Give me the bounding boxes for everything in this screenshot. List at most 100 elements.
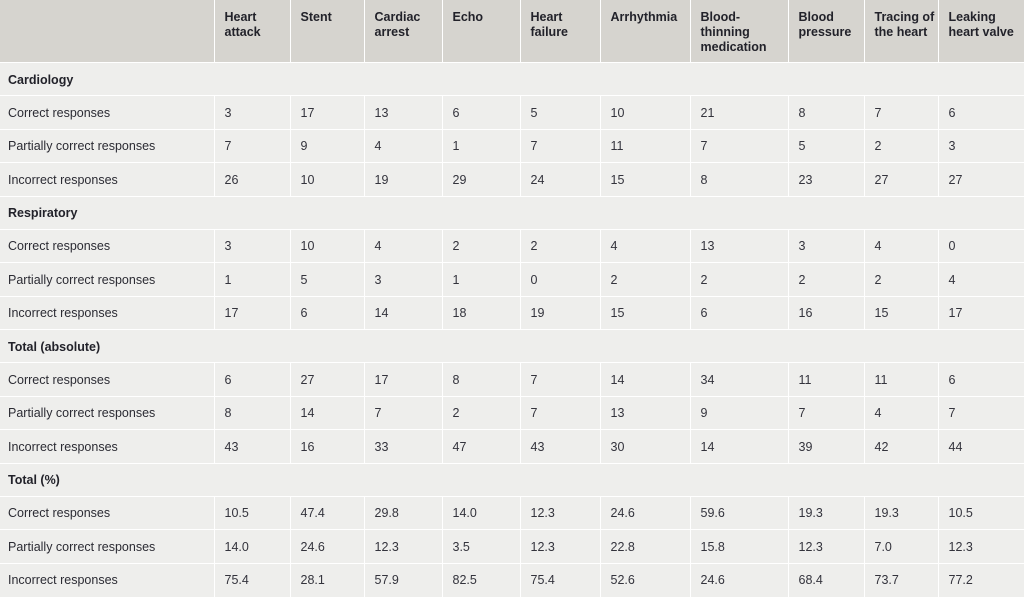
table-cell: 44	[938, 429, 1024, 464]
column-header-arrhythmia: Arrhythmia	[600, 0, 691, 63]
table-cell: 73.7	[864, 563, 939, 597]
table-cell: 12.3	[938, 529, 1024, 564]
table-cell: 2	[864, 262, 939, 297]
row-label: Partially correct responses	[0, 396, 215, 431]
table-cell: 14.0	[214, 529, 291, 564]
table-cell: 5	[520, 95, 601, 130]
table-cell: 13	[690, 229, 789, 264]
table-cell: 21	[690, 95, 789, 130]
table-cell: 17	[214, 296, 291, 331]
table-cell: 17	[938, 296, 1024, 331]
table-cell: 15	[864, 296, 939, 331]
table-row: Correct responses 3 10 4 2 2 4 13 3 4 0	[0, 229, 1024, 264]
table-cell: 5	[788, 129, 865, 164]
table-corner-cell	[0, 0, 215, 63]
table-cell: 14	[600, 362, 691, 397]
table-cell: 3	[214, 229, 291, 264]
row-label: Partially correct responses	[0, 529, 215, 564]
table-cell: 19.3	[788, 496, 865, 531]
section-header-row: Total (absolute)	[0, 329, 1024, 364]
table-cell: 15	[600, 296, 691, 331]
section-title: Total (%)	[0, 462, 1024, 497]
table-cell: 14	[290, 396, 365, 431]
table-cell: 24.6	[690, 563, 789, 597]
table-cell: 6	[290, 296, 365, 331]
table-cell: 17	[364, 362, 443, 397]
table-cell: 43	[214, 429, 291, 464]
table-cell: 7	[864, 95, 939, 130]
table-cell: 19.3	[864, 496, 939, 531]
table-cell: 23	[788, 162, 865, 197]
table-cell: 10	[600, 95, 691, 130]
table-cell: 5	[290, 262, 365, 297]
table-cell: 19	[364, 162, 443, 197]
table-cell: 52.6	[600, 563, 691, 597]
table-cell: 27	[290, 362, 365, 397]
table-cell: 68.4	[788, 563, 865, 597]
table-cell: 2	[788, 262, 865, 297]
table-cell: 2	[864, 129, 939, 164]
table-body: Cardiology Correct responses 3 17 13 6 5 10 21 8 7…	[0, 62, 1024, 597]
table-cell: 10.5	[938, 496, 1024, 531]
table-cell: 17	[290, 95, 365, 130]
table-cell: 24	[520, 162, 601, 197]
results-table-container: Heart attack Stent Cardiac arrest Echo H…	[0, 0, 1024, 597]
table-cell: 12.3	[520, 529, 601, 564]
table-cell: 24.6	[290, 529, 365, 564]
table-cell: 7	[520, 362, 601, 397]
section-title: Respiratory	[0, 195, 1024, 230]
column-header-tracing-of-the-heart: Tracing of the heart	[864, 0, 939, 63]
table-cell: 47	[442, 429, 521, 464]
section-header-row: Cardiology	[0, 62, 1024, 97]
table-cell: 6	[214, 362, 291, 397]
table-row: Incorrect responses 75.4 28.1 57.9 82.5 75.4 5…	[0, 563, 1024, 597]
table-cell: 2	[442, 229, 521, 264]
table-cell: 14.0	[442, 496, 521, 531]
table-cell: 4	[864, 396, 939, 431]
row-label: Incorrect responses	[0, 162, 215, 197]
table-cell: 2	[442, 396, 521, 431]
table-cell: 0	[938, 229, 1024, 264]
table-cell: 7	[214, 129, 291, 164]
table-cell: 6	[690, 296, 789, 331]
row-label: Correct responses	[0, 362, 215, 397]
table-cell: 18	[442, 296, 521, 331]
table-row: Partially correct responses 8 14 7 2 7 13 9 7 4 7	[0, 396, 1024, 431]
table-row: Incorrect responses 26 10 19 29 24 15 8 23 27 27	[0, 162, 1024, 197]
table-cell: 10	[290, 229, 365, 264]
table-row: Partially correct responses 1 5 3 1 0 2 2 2 2 4	[0, 262, 1024, 297]
table-cell: 15.8	[690, 529, 789, 564]
column-header-blood-pressure: Blood pressure	[788, 0, 865, 63]
column-header-cardiac-arrest: Cardiac arrest	[364, 0, 443, 63]
table-cell: 3.5	[442, 529, 521, 564]
table-cell: 27	[938, 162, 1024, 197]
table-cell: 3	[214, 95, 291, 130]
table-cell: 13	[600, 396, 691, 431]
column-header-heart-failure: Heart failure	[520, 0, 601, 63]
table-cell: 42	[864, 429, 939, 464]
table-cell: 34	[690, 362, 789, 397]
table-cell: 12.3	[788, 529, 865, 564]
table-row: Partially correct responses 7 9 4 1 7 11 7 5 2 3	[0, 129, 1024, 164]
table-cell: 2	[520, 229, 601, 264]
column-header-leaking-heart-valve: Leaking heart valve	[938, 0, 1024, 63]
table-cell: 43	[520, 429, 601, 464]
table-cell: 24.6	[600, 496, 691, 531]
table-cell: 14	[364, 296, 443, 331]
table-cell: 16	[290, 429, 365, 464]
table-cell: 47.4	[290, 496, 365, 531]
table-cell: 7	[364, 396, 443, 431]
table-cell: 6	[938, 95, 1024, 130]
column-header-heart-attack: Heart attack	[214, 0, 291, 63]
table-cell: 3	[788, 229, 865, 264]
table-cell: 0	[520, 262, 601, 297]
section-title: Total (absolute)	[0, 329, 1024, 364]
table-cell: 4	[364, 229, 443, 264]
table-cell: 12.3	[520, 496, 601, 531]
section-header-row: Respiratory	[0, 195, 1024, 230]
table-row: Correct responses 10.5 47.4 29.8 14.0 12.3 24.…	[0, 496, 1024, 531]
row-label: Incorrect responses	[0, 429, 215, 464]
table-cell: 14	[690, 429, 789, 464]
table-cell: 16	[788, 296, 865, 331]
table-cell: 7	[788, 396, 865, 431]
